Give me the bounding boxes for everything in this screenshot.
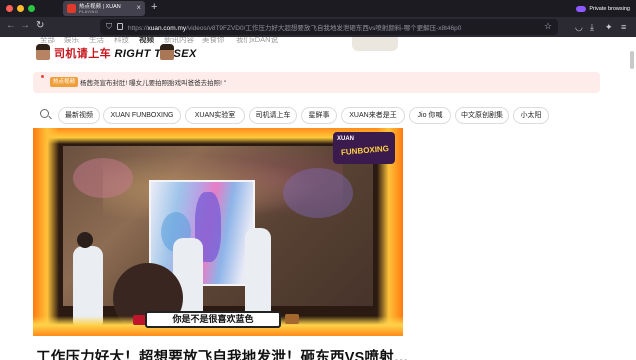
search-icon[interactable]: [40, 109, 49, 118]
tab-close-icon[interactable]: ×: [136, 3, 141, 12]
article-title: 工作压力好大！超想要放飞自我地发泄！砸东西VS喷射…: [36, 350, 409, 360]
chip-latest[interactable]: 最新视频: [58, 107, 100, 124]
url-bar[interactable]: ⛉ https://xuan.com.my/videos/v8T9FZVD0/工…: [100, 19, 558, 35]
fire-border-left: [33, 128, 59, 336]
pocket-icon[interactable]: ◡: [575, 21, 583, 33]
maximize-window-button[interactable]: [28, 5, 35, 12]
new-tab-button[interactable]: +: [151, 1, 157, 13]
category-nav: 全部 娱乐 生活 科技 视频 新讯内容 美食你 我们xDAN说: [0, 37, 636, 44]
forward-button[interactable]: →: [20, 20, 30, 32]
announcement-dot-icon: [41, 75, 44, 78]
announcement-text[interactable]: 杨茜尧宣布封肚! 曝女儿要拍照胎戏叫爸爸去拍照! ": [80, 77, 226, 87]
scrollbar[interactable]: [630, 51, 634, 69]
extensions-icon[interactable]: ✦: [605, 21, 613, 33]
announcement-bar[interactable]: 热点视频 杨茜尧宣布封肚! 曝女儿要拍照胎戏叫爸爸去拍照! ": [33, 72, 600, 93]
person-figure: [245, 228, 271, 318]
menu-icon[interactable]: ≡: [621, 21, 626, 33]
close-window-button[interactable]: [6, 5, 13, 12]
web-page: 全部 娱乐 生活 科技 视频 新讯内容 美食你 我们xDAN说 司机请上车 RI…: [0, 37, 636, 360]
reload-button[interactable]: ↻: [36, 20, 44, 32]
chip-lab[interactable]: XUAN实验室: [185, 107, 245, 124]
chip-xuan-king[interactable]: XUAN来者是王: [341, 107, 405, 124]
downloads-icon[interactable]: ⤓: [590, 21, 594, 33]
private-mask-icon: [576, 5, 587, 12]
header-image: [352, 37, 398, 51]
video-caption: 你是不是很喜欢蓝色: [145, 311, 281, 328]
video-player[interactable]: XUAN FUNBOXING 你是不是很喜欢蓝色: [33, 128, 403, 336]
back-button[interactable]: ←: [6, 20, 16, 32]
browser-titlebar: 热点视频 | XUAN PLAYING × + Private browsing: [0, 0, 636, 17]
person-figure: [73, 246, 103, 326]
announcement-tag: 热点视频: [50, 77, 79, 87]
favicon-icon: [67, 4, 76, 13]
chip-star-news[interactable]: 星鲜事: [301, 107, 337, 124]
chip-funboxing[interactable]: XUAN FUNBOXING: [103, 107, 181, 124]
tab-playing-label: PLAYING: [79, 9, 99, 14]
filter-bar: 最新视频 XUAN FUNBOXING XUAN实验室 司机请上车 星鲜事 XU…: [40, 106, 600, 124]
private-browsing-indicator: Private browsing: [576, 3, 630, 14]
lock-icon[interactable]: [117, 23, 123, 30]
minimize-window-button[interactable]: [17, 5, 24, 12]
funboxing-logo: XUAN FUNBOXING: [333, 132, 395, 164]
show-banner-title: 司机请上车 RIGHT TO SEX: [54, 48, 197, 60]
chip-driver[interactable]: 司机请上车: [249, 107, 297, 124]
url-text[interactable]: https://xuan.com.my/videos/v8T9FZVD0/工作压…: [128, 22, 461, 32]
browser-navbar: ← → ↻ ⛉ https://xuan.com.my/videos/v8T9F…: [0, 17, 636, 37]
private-browsing-label: Private browsing: [589, 5, 630, 12]
bookmark-star-icon[interactable]: ☆: [544, 21, 552, 32]
tracking-shield-icon[interactable]: ⛉: [106, 22, 112, 32]
show-banner[interactable]: 司机请上车 RIGHT TO SEX: [36, 44, 286, 60]
chip-jio[interactable]: Jio 你喊: [409, 107, 451, 124]
browser-tab[interactable]: 热点视频 | XUAN PLAYING ×: [63, 1, 145, 16]
chip-sun[interactable]: 小太阳: [513, 107, 549, 124]
chip-original-drama[interactable]: 中文原创剧集: [455, 107, 509, 124]
